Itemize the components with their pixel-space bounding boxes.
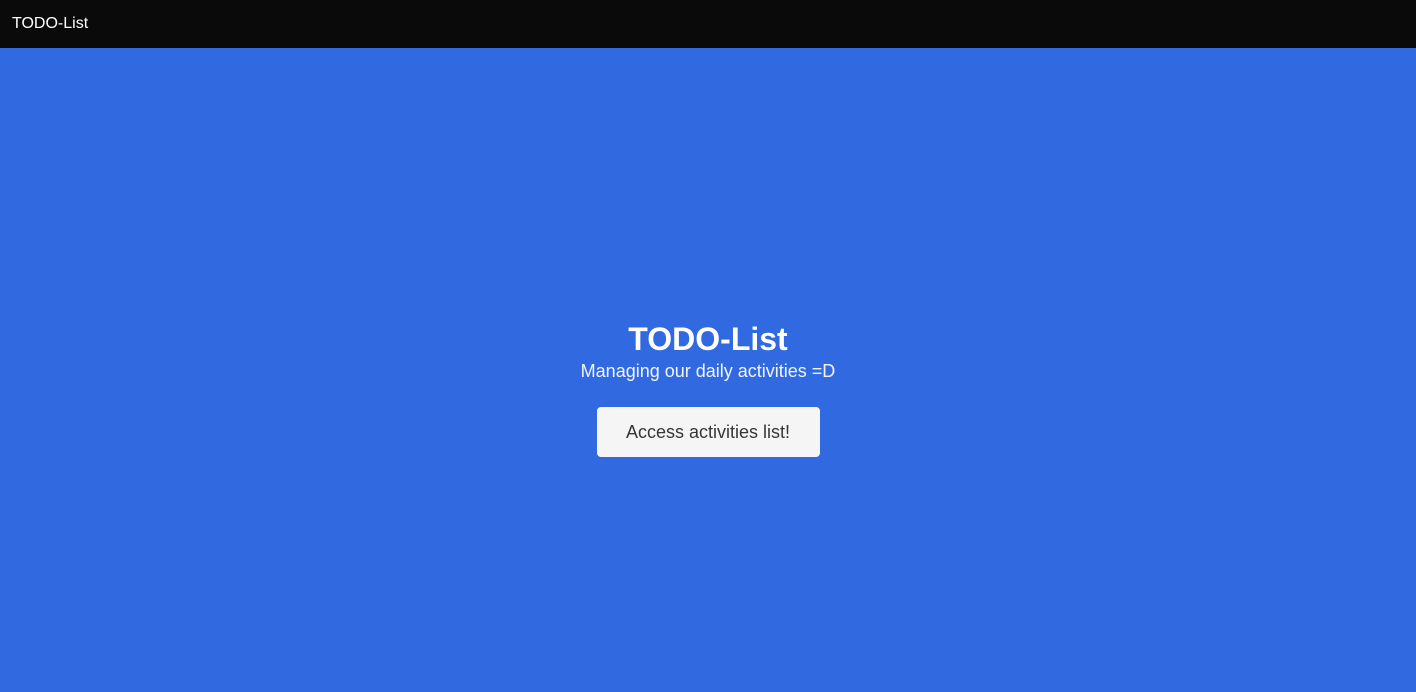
top-navbar: TODO-List	[0, 0, 1416, 48]
hero-subtitle: Managing our daily activities =D	[580, 361, 836, 381]
hero-section: TODO-List Managing our daily activities …	[0, 48, 1416, 692]
access-activities-button[interactable]: Access activities list!	[596, 407, 820, 457]
hero-title: TODO-List	[628, 321, 788, 357]
navbar-brand-link[interactable]: TODO-List	[12, 15, 88, 33]
